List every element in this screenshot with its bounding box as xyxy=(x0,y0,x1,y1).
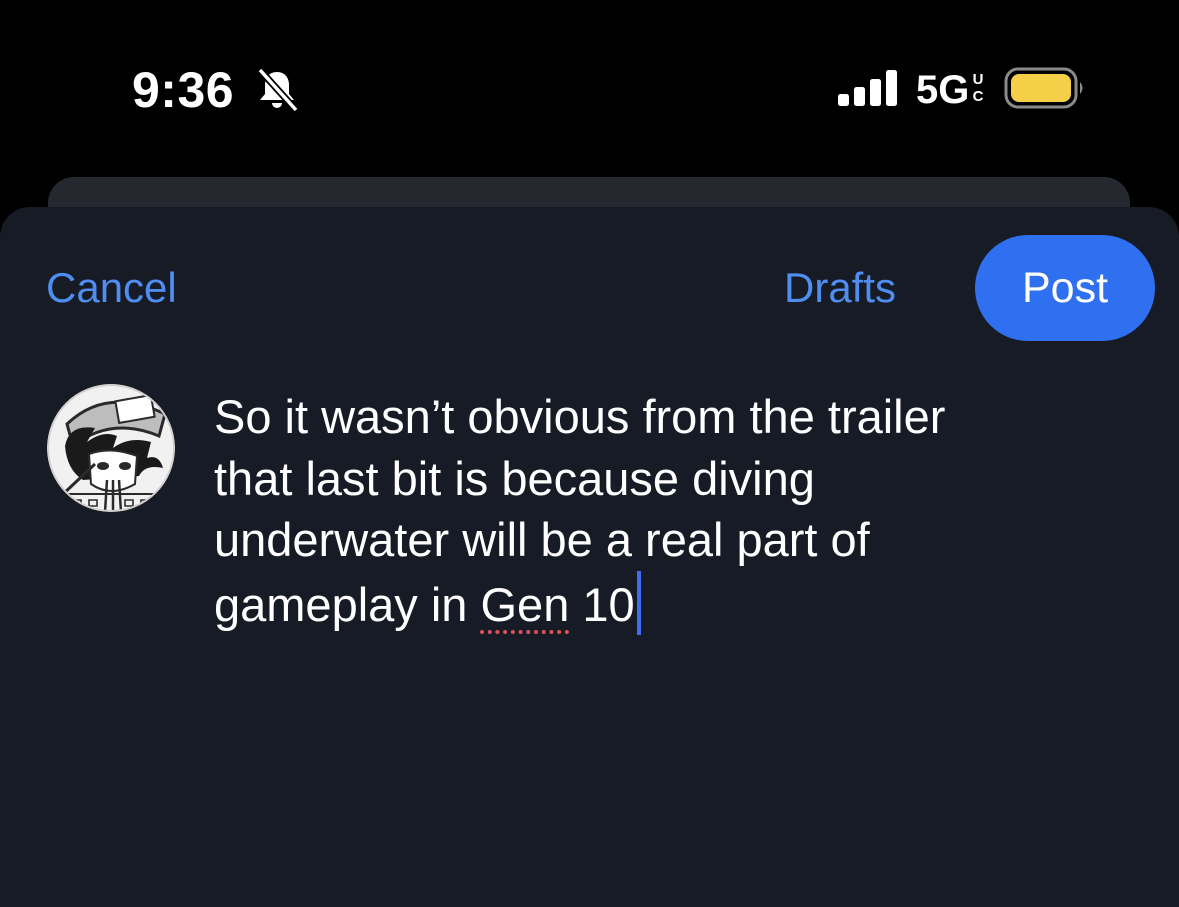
avatar-image xyxy=(47,384,175,512)
avatar[interactable] xyxy=(47,384,175,512)
post-text-segment: 10 xyxy=(569,577,635,631)
text-cursor xyxy=(636,570,641,635)
cellular-signal-icon xyxy=(838,70,897,106)
network-uc-badge: U C xyxy=(968,71,988,105)
post-text-line: gameplay in Gen 10 xyxy=(214,570,1134,636)
network-uc-top: U xyxy=(972,71,984,88)
drafts-button[interactable]: Drafts xyxy=(784,262,896,314)
status-time: 9:36 xyxy=(132,62,235,118)
misspelled-word[interactable]: Gen xyxy=(481,578,570,631)
post-text-line: that last bit is because diving xyxy=(214,451,815,505)
post-button[interactable]: Post xyxy=(975,235,1155,341)
network-uc-bottom: C xyxy=(972,88,984,105)
battery-icon xyxy=(1004,67,1083,109)
cancel-button[interactable]: Cancel xyxy=(46,262,177,314)
bell-slash-icon xyxy=(257,67,299,113)
post-text-segment: gameplay in xyxy=(214,577,481,631)
post-text-input[interactable]: So it wasn’t obvious from the trailer th… xyxy=(214,386,1134,635)
network-type-label: 5G xyxy=(916,68,970,112)
status-bar: 9:36 5G U C xyxy=(0,0,1179,170)
post-text-line: So it wasn’t obvious from the trailer xyxy=(214,390,946,443)
post-text-line: underwater will be a real part of xyxy=(214,513,870,566)
